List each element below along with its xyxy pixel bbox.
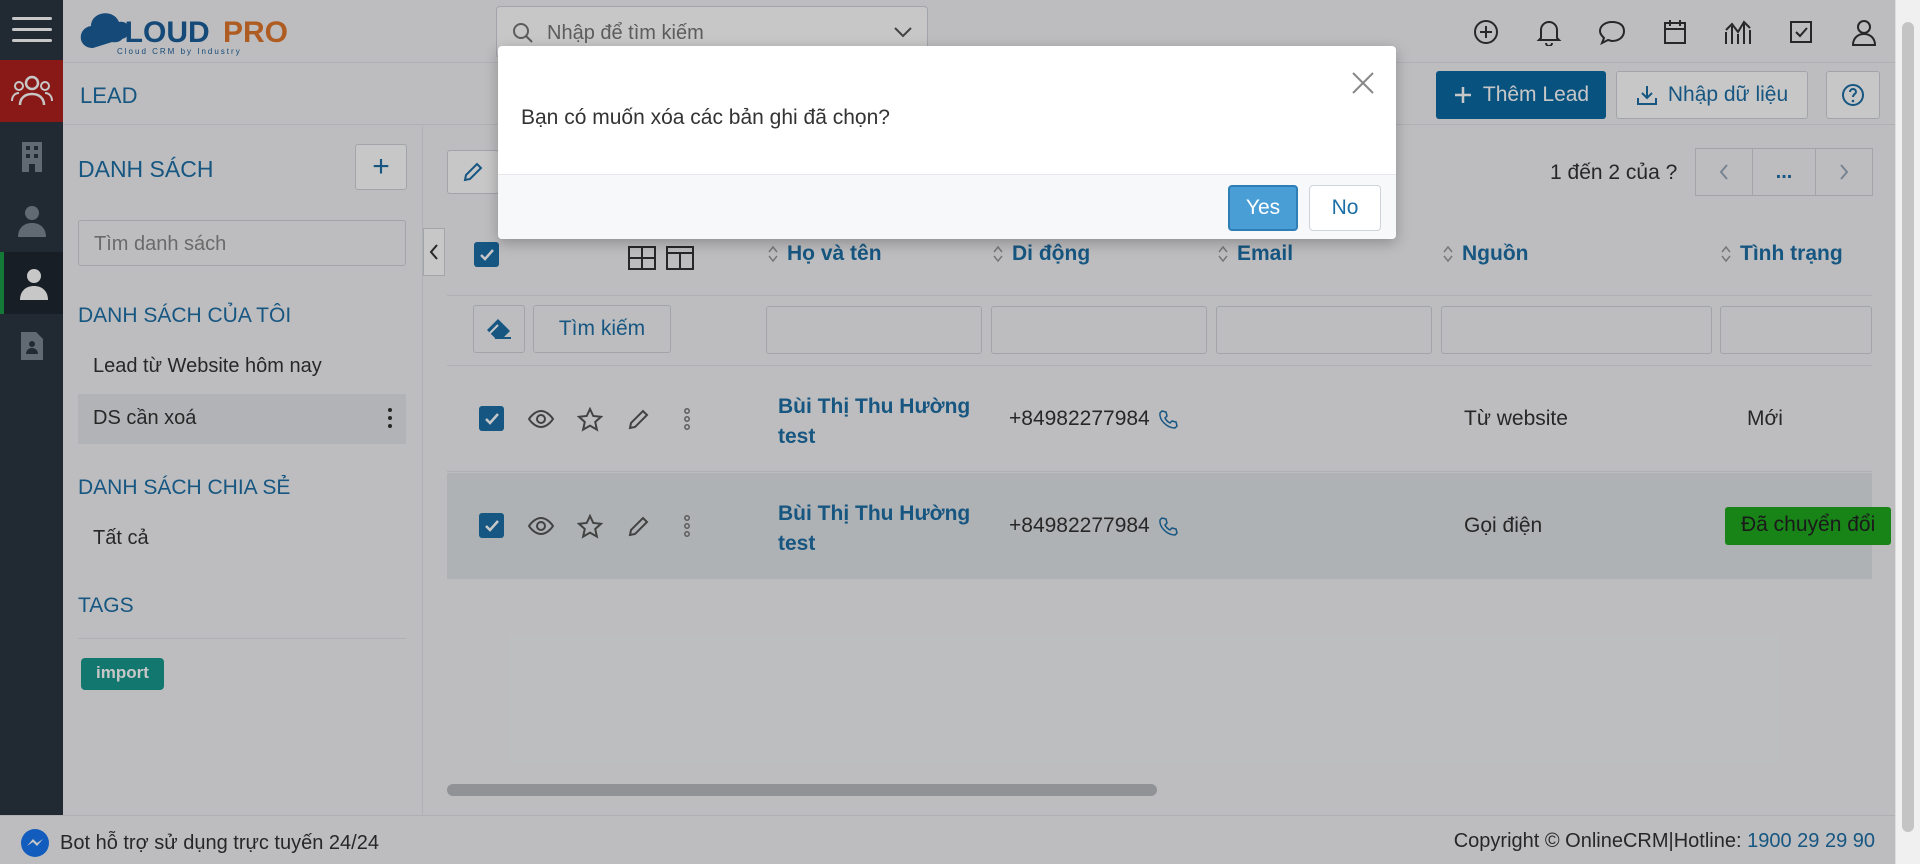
confirm-delete-dialog: Bạn có muốn xóa các bản ghi đã chọn? Yes… — [498, 46, 1396, 239]
yes-button[interactable]: Yes — [1228, 185, 1298, 231]
dialog-footer: Yes No — [498, 174, 1396, 239]
vertical-scrollbar[interactable] — [1895, 0, 1920, 864]
no-button[interactable]: No — [1309, 185, 1381, 231]
scrollbar-thumb[interactable] — [1902, 22, 1914, 832]
close-icon[interactable] — [1350, 70, 1376, 96]
dialog-message: Bạn có muốn xóa các bản ghi đã chọn? — [521, 106, 890, 129]
